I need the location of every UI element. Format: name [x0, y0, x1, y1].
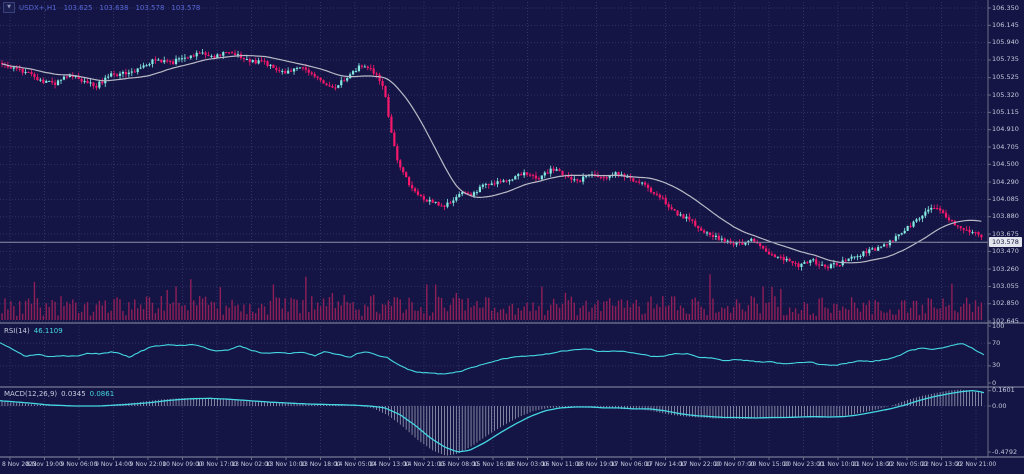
macd-name: MACD(12,26,9): [4, 390, 57, 398]
ohlc-low-value: 103.578: [135, 4, 164, 12]
axis-lines: [0, 0, 1024, 460]
chart-canvas[interactable]: [0, 0, 1024, 474]
ohlc-open-value: 103.625: [64, 4, 93, 12]
symbol-timeframe-label: USDX+,H1: [19, 4, 57, 12]
rsi-indicator-label: RSI(14) 46.1109: [4, 327, 63, 335]
candlestick-layer[interactable]: [1, 49, 983, 271]
macd-histogram: [2, 390, 981, 456]
moving-average-line: [2, 56, 981, 263]
macd-signal-value: 0.0861: [90, 390, 115, 398]
ohlc-close-value: 103.578: [171, 4, 200, 12]
current-price-tag: 103.578: [989, 237, 1022, 247]
ohlc-high-value: 103.638: [100, 4, 129, 12]
rsi-value: 46.1109: [34, 327, 63, 335]
rsi-name: RSI(14): [4, 327, 30, 335]
macd-main-value: 0.0345: [61, 390, 86, 398]
trading-chart-window: ▼ USDX+,H1 103.625 103.638 103.578 103.5…: [0, 0, 1024, 474]
macd-indicator-label: MACD(12,26,9) 0.0345 0.0861: [4, 390, 114, 398]
collapse-chart-button[interactable]: ▼: [3, 2, 15, 13]
chart-header: ▼ USDX+,H1 103.625 103.638 103.578 103.5…: [3, 2, 203, 13]
